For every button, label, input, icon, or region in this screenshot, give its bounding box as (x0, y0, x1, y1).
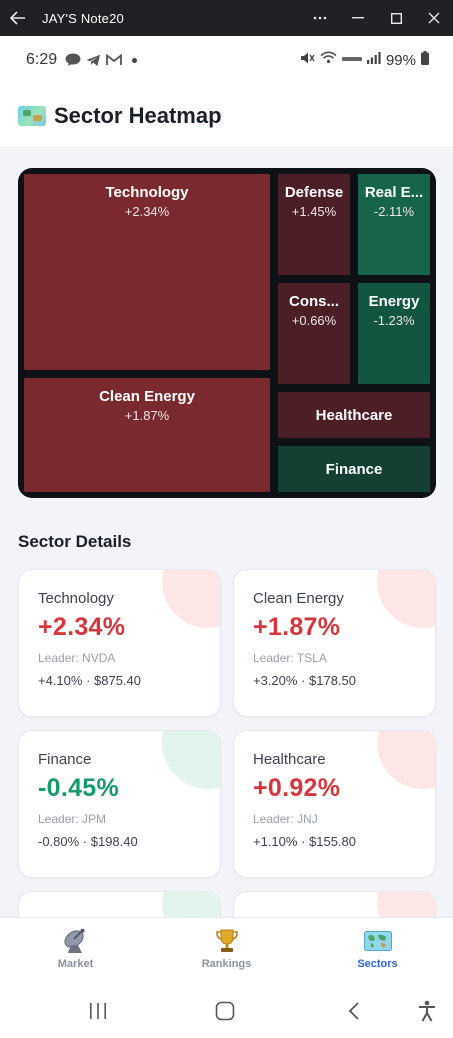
more-notifications-dot (132, 57, 138, 63)
accessibility-icon[interactable] (407, 983, 447, 1038)
card-change: +2.34% (38, 613, 126, 641)
signal-icon (366, 51, 381, 69)
battery-percent: 99% (385, 51, 416, 69)
card-meta: -0.80% · $198.40 (38, 834, 138, 849)
tile-name: Cons... (288, 293, 339, 310)
nav-label: Sectors (357, 958, 398, 970)
heatmap-tile-real-estate[interactable]: Real E... -2.11% (358, 174, 430, 275)
world-map-icon (18, 105, 46, 126)
telegram-notification-icon (86, 54, 101, 67)
heatmap-tile-energy[interactable]: Energy -1.23% (358, 283, 430, 384)
nav-tab-market[interactable]: Market (0, 918, 151, 983)
tile-name: Technology (105, 184, 189, 201)
window-title-bar: JAY'S Note20 (0, 0, 453, 36)
heatmap-tile-technology[interactable]: Technology +2.34% (24, 174, 270, 370)
section-title: Sector Details (18, 532, 132, 551)
card-leader: Leader: TSLA (253, 651, 327, 665)
tile-change: +1.87% (124, 408, 170, 423)
volte-icon (341, 51, 362, 69)
card-change: +1.87% (253, 613, 341, 641)
sector-card-clean-energy[interactable]: Clean Energy +1.87% Leader: TSLA +3.20% … (233, 569, 436, 717)
maximize-icon[interactable] (377, 0, 415, 36)
nav-tab-rankings[interactable]: Rankings (151, 918, 302, 983)
nav-tab-sectors[interactable]: Sectors (302, 918, 453, 983)
card-accent (162, 892, 220, 917)
tile-change: +0.66% (291, 313, 337, 328)
card-leader: Leader: JNJ (253, 812, 318, 826)
tile-name: Finance (325, 460, 383, 478)
tile-change: -2.11% (373, 204, 415, 219)
heatmap-tile-clean-energy[interactable]: Clean Energy +1.87% (24, 378, 270, 492)
window-title: JAY'S Note20 (42, 10, 124, 26)
card-sector-name: Healthcare (253, 751, 326, 768)
battery-icon (421, 50, 429, 70)
heatmap-tile-defense[interactable]: Defense +1.45% (278, 174, 350, 275)
content-area[interactable]: Technology +2.34% Defense +1.45% Real E.… (0, 149, 453, 917)
heatmap-tile-finance[interactable]: Finance (278, 446, 430, 492)
back-nav-icon[interactable] (334, 983, 374, 1038)
sector-card-technology[interactable]: Technology +2.34% Leader: NVDA +4.10% · … (18, 569, 221, 717)
more-options-icon[interactable] (301, 0, 339, 36)
tile-name: Defense (284, 184, 344, 201)
world-map-icon (363, 928, 392, 954)
card-sector-name: Finance (38, 751, 92, 768)
sector-card-finance[interactable]: Finance -0.45% Leader: JPM -0.80% · $198… (18, 730, 221, 878)
card-sector-name: Clean Energy (253, 590, 344, 607)
page-title: Sector Heatmap (54, 102, 222, 128)
card-leader: Leader: JPM (38, 812, 107, 826)
bottom-navigation: Market Rankings Sectors (0, 917, 453, 983)
tile-name: Energy (368, 293, 420, 310)
heatmap-tile-consumer[interactable]: Cons... +0.66% (278, 283, 350, 384)
card-accent (377, 892, 435, 917)
nav-label: Rankings (201, 958, 252, 970)
card-meta: +1.10% · $155.80 (253, 834, 356, 849)
card-change: +0.92% (253, 774, 341, 802)
status-time: 6:29 (26, 51, 58, 68)
trophy-icon (215, 928, 239, 954)
heatmap-tile-healthcare[interactable]: Healthcare (278, 392, 430, 438)
tile-change: -1.23% (373, 313, 415, 328)
card-meta: +4.10% · $875.40 (38, 673, 141, 688)
mute-icon (300, 51, 315, 70)
tile-name: Clean Energy (99, 388, 195, 405)
gmail-notification-icon (106, 54, 123, 66)
card-leader: Leader: NVDA (38, 651, 116, 665)
sector-card-partial[interactable] (233, 891, 436, 917)
tile-change: +2.34% (124, 204, 170, 219)
sector-card-healthcare[interactable]: Healthcare +0.92% Leader: JNJ +1.10% · $… (233, 730, 436, 878)
close-icon[interactable] (415, 0, 453, 36)
wifi-icon (320, 51, 337, 69)
recent-apps-icon[interactable] (78, 983, 118, 1038)
nav-label: Market (57, 958, 94, 970)
back-arrow-icon[interactable] (0, 0, 36, 36)
sector-card-partial[interactable] (18, 891, 221, 917)
minimize-icon[interactable] (339, 0, 377, 36)
app-header: Sector Heatmap (0, 84, 453, 148)
card-sector-name: Technology (38, 590, 114, 607)
card-meta: +3.20% · $178.50 (253, 673, 356, 688)
satellite-dish-icon (62, 928, 90, 954)
system-navigation-bar (0, 983, 453, 1038)
card-change: -0.45% (38, 774, 120, 802)
sector-heatmap: Technology +2.34% Defense +1.45% Real E.… (18, 168, 436, 498)
home-icon[interactable] (205, 983, 245, 1038)
tile-name: Healthcare (315, 406, 393, 424)
talk-notification-icon (65, 53, 81, 67)
status-bar: 6:29 99% (0, 36, 453, 84)
tile-name: Real E... (364, 184, 424, 201)
tile-change: +1.45% (291, 204, 337, 219)
